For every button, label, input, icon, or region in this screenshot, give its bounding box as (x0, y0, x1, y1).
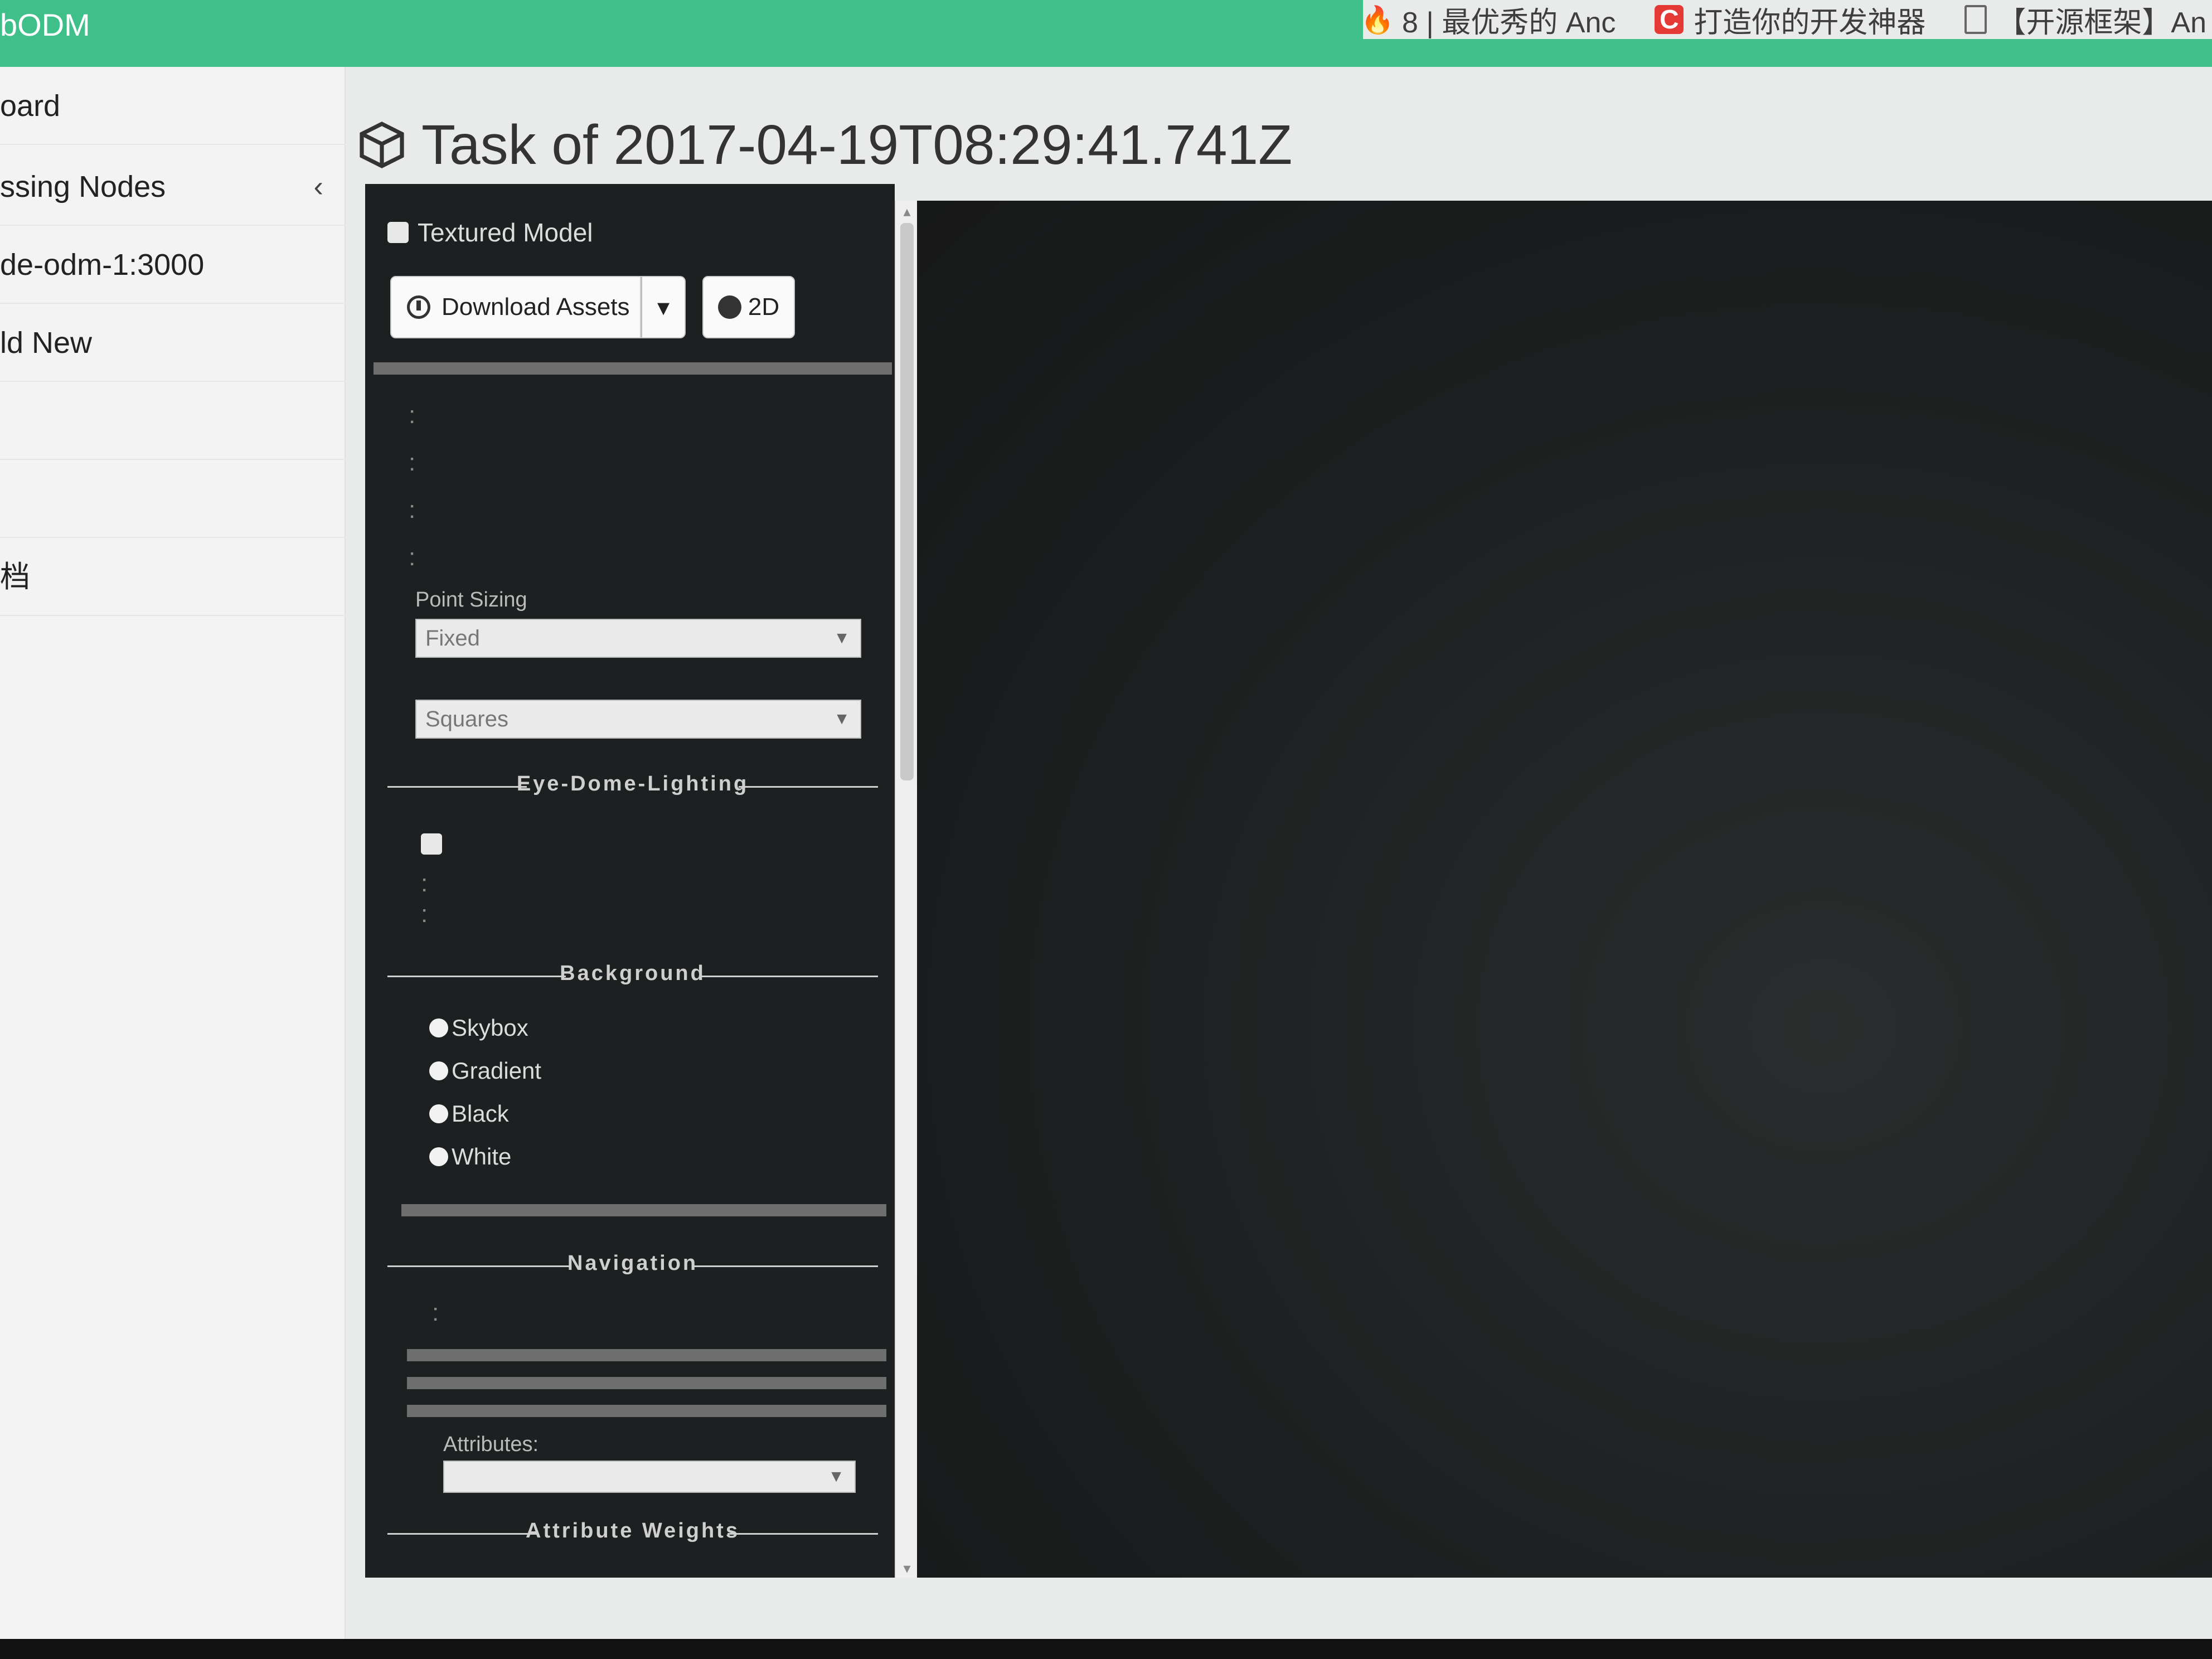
sidebar-item-label: ssing Nodes (0, 170, 166, 203)
attributes-label: Attributes: (443, 1433, 539, 1456)
browser-tab[interactable]: 🔥 8 | 最优秀的 Anc (1361, 0, 1616, 41)
scroll-thumb[interactable] (900, 223, 914, 780)
point-sizing-select[interactable]: Fixed ▼ (415, 619, 861, 658)
tab-label: 8 | 最优秀的 Anc (1402, 6, 1616, 39)
header-line (694, 1265, 878, 1267)
sidebar-item-label: oard (0, 89, 61, 123)
radio-label: Black (452, 1100, 509, 1127)
setting-colon: : (409, 496, 416, 523)
sidebar-item-label: ld New (0, 326, 93, 360)
download-assets-label: Download Assets (442, 293, 630, 321)
sidebar-item-dashboard[interactable]: oard (0, 67, 346, 145)
textured-model-toggle[interactable]: Textured Model (387, 217, 593, 248)
section-divider (373, 362, 892, 375)
browser-tab[interactable]: 【开源框架】An (1964, 0, 2206, 41)
radio-label: Gradient (452, 1058, 542, 1084)
view-2d-button[interactable]: 2D (702, 276, 795, 338)
radio-button[interactable] (429, 1061, 448, 1080)
textured-model-label: Textured Model (418, 218, 593, 247)
radio-button[interactable] (429, 1018, 448, 1037)
eye-dome-lighting-title: Eye-Dome-Lighting (516, 772, 749, 795)
point-sizing-value: Fixed (425, 626, 480, 651)
background-title: Background (560, 962, 706, 985)
download-icon (407, 295, 430, 319)
sidebar-item-processing-nodes[interactable]: ssing Nodes ‹ (0, 148, 346, 226)
point-shape-value: Squares (425, 707, 508, 731)
panel-scrollbar[interactable]: ▴ ▾ (895, 201, 917, 1578)
scroll-up-icon[interactable]: ▴ (899, 203, 915, 220)
tab-label: 打造你的开发神器 (1694, 6, 1926, 39)
setting-colon: : (409, 544, 416, 571)
background-option-black[interactable]: Black (429, 1100, 509, 1127)
sidebar-item-blank-2[interactable] (0, 460, 346, 538)
browser-tab[interactable]: C 打造你的开发神器 (1655, 0, 1925, 41)
background-option-skybox[interactable]: Skybox (429, 1015, 528, 1041)
sidebar-item-node[interactable]: de-odm-1:3000 (0, 226, 346, 304)
radio-label: White (452, 1143, 512, 1170)
view-2d-label: 2D (748, 293, 780, 321)
point-sizing-label: Point Sizing (415, 588, 527, 612)
background-option-white[interactable]: White (429, 1143, 511, 1170)
section-divider (401, 1204, 886, 1216)
point-shape-select[interactable]: Squares ▼ (415, 700, 861, 739)
screen-bezel (0, 1639, 2212, 1659)
setting-colon: : (409, 401, 416, 429)
point-cloud-viewer[interactable] (917, 201, 2212, 1578)
select-arrow-icon: ▼ (833, 710, 850, 728)
sidebar-item-docs[interactable]: 档 (0, 538, 346, 616)
section-divider (407, 1377, 886, 1389)
sidebar: oard ssing Nodes ‹ de-odm-1:3000 ld New … (0, 67, 346, 1659)
document-icon (1964, 5, 1987, 34)
section-divider (407, 1405, 886, 1417)
attribute-weights-title: Attribute Weights (526, 1519, 740, 1542)
download-dropdown-button[interactable]: ▾ (641, 276, 686, 338)
eye-dome-lighting-header: Eye-Dome-Lighting (387, 772, 878, 800)
asset-buttons: Download Assets ▾ 2D (390, 276, 795, 338)
section-divider (407, 1349, 886, 1361)
download-assets-button[interactable]: Download Assets (390, 276, 641, 338)
select-arrow-icon: ▼ (833, 629, 850, 647)
navigation-header: Navigation (387, 1251, 878, 1279)
radio-label: Skybox (452, 1015, 528, 1041)
setting-colon: : (421, 900, 428, 928)
tab-label: 【开源框架】An (1997, 6, 2206, 39)
page-header: Task of 2017-04-19T08:29:41.741Z (357, 100, 1292, 190)
textured-model-checkbox[interactable] (387, 222, 409, 243)
select-arrow-icon: ▼ (828, 1467, 845, 1486)
header-line (727, 1533, 878, 1535)
navigation-title: Navigation (567, 1251, 698, 1275)
background-header: Background (387, 962, 878, 989)
brand-logo[interactable]: bODM (0, 0, 90, 50)
sidebar-item-add-new[interactable]: ld New (0, 304, 346, 382)
cube-icon (360, 122, 404, 168)
radio-button[interactable] (429, 1147, 448, 1166)
setting-colon: : (409, 449, 416, 476)
caret-down-icon: ▾ (657, 293, 670, 321)
attributes-select[interactable]: ▼ (443, 1461, 856, 1493)
browser-tab-bar: 🔥 8 | 最优秀的 Anc C 打造你的开发神器 【开源框架】An (1361, 0, 2212, 41)
sidebar-item-blank-1[interactable] (0, 382, 346, 460)
setting-colon: : (432, 1299, 439, 1326)
sidebar-item-label: de-odm-1:3000 (0, 248, 205, 282)
header-line (739, 786, 878, 788)
viewer-controls-panel: Textured Model Download Assets ▾ 2D : : … (365, 184, 895, 1578)
scroll-down-icon[interactable]: ▾ (899, 1560, 915, 1576)
background-option-gradient[interactable]: Gradient (429, 1058, 541, 1084)
header-line (700, 976, 878, 977)
setting-colon: : (421, 870, 428, 897)
eye-dome-lighting-checkbox[interactable] (421, 833, 442, 855)
chevron-left-icon[interactable]: ‹ (314, 148, 323, 226)
page-title: Task of 2017-04-19T08:29:41.741Z (421, 113, 1293, 176)
sidebar-item-label: 档 (0, 560, 30, 594)
globe-icon (717, 295, 741, 319)
flame-icon: 🔥 (1361, 5, 1394, 35)
attribute-weights-header: Attribute Weights (387, 1519, 878, 1547)
csdn-icon: C (1655, 5, 1684, 35)
radio-button[interactable] (429, 1104, 448, 1123)
